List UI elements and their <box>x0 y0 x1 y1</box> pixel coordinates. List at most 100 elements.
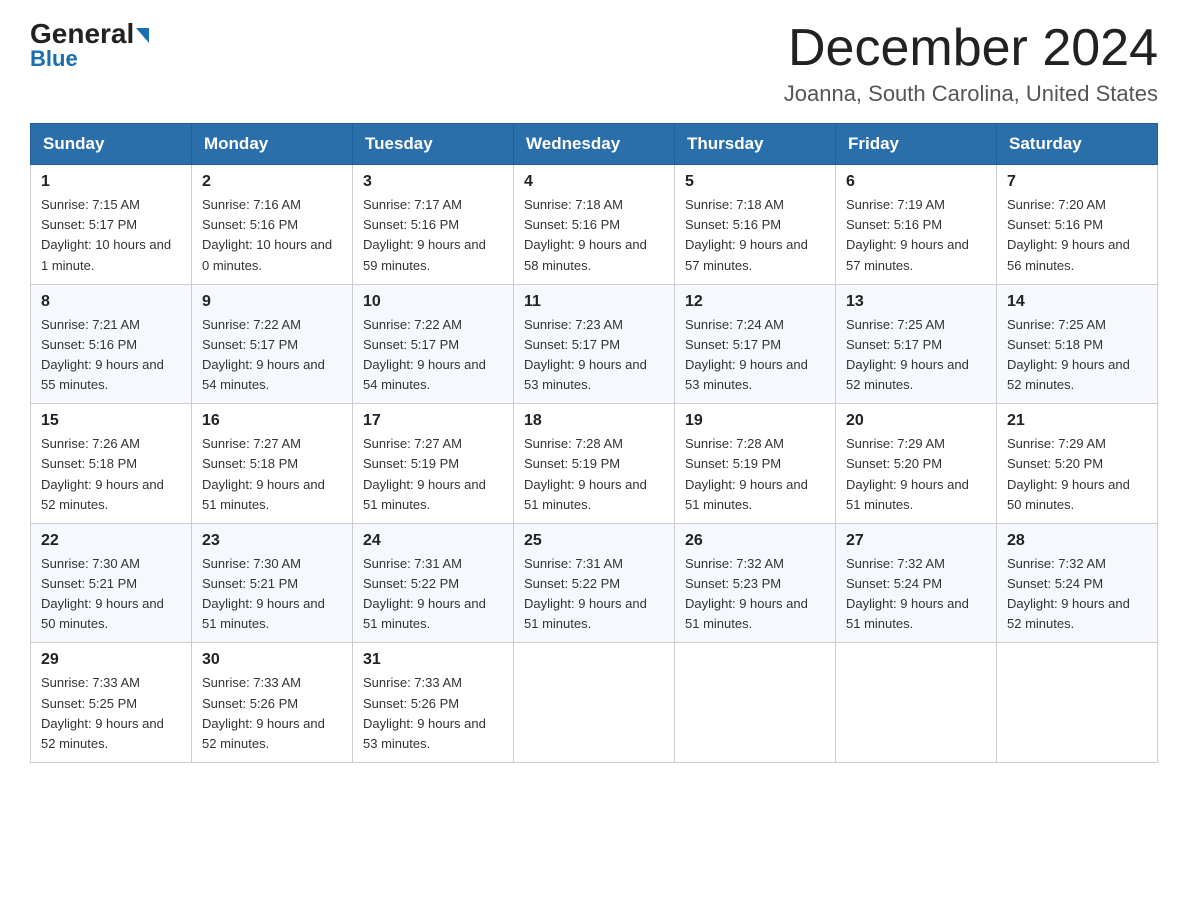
day-info: Sunrise: 7:32 AMSunset: 5:24 PMDaylight:… <box>846 554 986 635</box>
day-info: Sunrise: 7:15 AMSunset: 5:17 PMDaylight:… <box>41 195 181 276</box>
calendar-day-cell: 15 Sunrise: 7:26 AMSunset: 5:18 PMDayligh… <box>31 404 192 524</box>
calendar-empty-cell <box>836 643 997 763</box>
calendar-day-cell: 14 Sunrise: 7:25 AMSunset: 5:18 PMDayligh… <box>997 284 1158 404</box>
day-info: Sunrise: 7:20 AMSunset: 5:16 PMDaylight:… <box>1007 195 1147 276</box>
calendar-day-cell: 29 Sunrise: 7:33 AMSunset: 5:25 PMDayligh… <box>31 643 192 763</box>
day-info: Sunrise: 7:32 AMSunset: 5:23 PMDaylight:… <box>685 554 825 635</box>
calendar-day-cell: 7 Sunrise: 7:20 AMSunset: 5:16 PMDaylight… <box>997 165 1158 285</box>
day-number: 27 <box>846 532 986 550</box>
day-info: Sunrise: 7:29 AMSunset: 5:20 PMDaylight:… <box>846 434 986 515</box>
day-info: Sunrise: 7:31 AMSunset: 5:22 PMDaylight:… <box>363 554 503 635</box>
day-number: 20 <box>846 412 986 430</box>
logo-line2: Blue <box>30 46 78 72</box>
logo: General Blue <box>30 20 149 72</box>
calendar-day-cell: 17Sunrise: 7:27 AMSunset: 5:19 PMDayligh… <box>353 404 514 524</box>
day-info: Sunrise: 7:17 AMSunset: 5:16 PMDaylight:… <box>363 195 503 276</box>
calendar-week-row: 29 Sunrise: 7:33 AMSunset: 5:25 PMDayligh… <box>31 643 1158 763</box>
calendar-day-cell: 25Sunrise: 7:31 AMSunset: 5:22 PMDayligh… <box>514 523 675 643</box>
calendar-day-cell: 24Sunrise: 7:31 AMSunset: 5:22 PMDayligh… <box>353 523 514 643</box>
day-info: Sunrise: 7:25 AMSunset: 5:17 PMDaylight:… <box>846 315 986 396</box>
calendar-day-cell: 27 Sunrise: 7:32 AMSunset: 5:24 PMDayligh… <box>836 523 997 643</box>
day-info: Sunrise: 7:28 AMSunset: 5:19 PMDaylight:… <box>685 434 825 515</box>
calendar-day-cell: 11Sunrise: 7:23 AMSunset: 5:17 PMDayligh… <box>514 284 675 404</box>
day-number: 5 <box>685 173 825 191</box>
calendar-day-cell: 21 Sunrise: 7:29 AMSunset: 5:20 PMDayligh… <box>997 404 1158 524</box>
calendar-day-cell: 10 Sunrise: 7:22 AMSunset: 5:17 PMDayligh… <box>353 284 514 404</box>
day-info: Sunrise: 7:18 AMSunset: 5:16 PMDaylight:… <box>685 195 825 276</box>
calendar-title: December 2024 <box>784 20 1158 77</box>
day-info: Sunrise: 7:31 AMSunset: 5:22 PMDaylight:… <box>524 554 664 635</box>
calendar-day-cell: 5 Sunrise: 7:18 AMSunset: 5:16 PMDaylight… <box>675 165 836 285</box>
calendar-day-cell: 6Sunrise: 7:19 AMSunset: 5:16 PMDaylight… <box>836 165 997 285</box>
calendar-day-cell: 4 Sunrise: 7:18 AMSunset: 5:16 PMDaylight… <box>514 165 675 285</box>
calendar-day-cell: 20 Sunrise: 7:29 AMSunset: 5:20 PMDayligh… <box>836 404 997 524</box>
weekday-header-sunday: Sunday <box>31 124 192 165</box>
calendar-day-cell: 19 Sunrise: 7:28 AMSunset: 5:19 PMDayligh… <box>675 404 836 524</box>
day-info: Sunrise: 7:21 AMSunset: 5:16 PMDaylight:… <box>41 315 181 396</box>
day-info: Sunrise: 7:23 AMSunset: 5:17 PMDaylight:… <box>524 315 664 396</box>
day-number: 28 <box>1007 532 1147 550</box>
day-number: 26 <box>685 532 825 550</box>
day-number: 2 <box>202 173 342 191</box>
calendar-table: SundayMondayTuesdayWednesdayThursdayFrid… <box>30 123 1158 763</box>
calendar-day-cell: 13Sunrise: 7:25 AMSunset: 5:17 PMDayligh… <box>836 284 997 404</box>
day-info: Sunrise: 7:16 AMSunset: 5:16 PMDaylight:… <box>202 195 342 276</box>
day-number: 10 <box>363 293 503 311</box>
header: General Blue December 2024 Joanna, South… <box>30 20 1158 107</box>
calendar-day-cell: 18Sunrise: 7:28 AMSunset: 5:19 PMDayligh… <box>514 404 675 524</box>
day-info: Sunrise: 7:32 AMSunset: 5:24 PMDaylight:… <box>1007 554 1147 635</box>
day-number: 21 <box>1007 412 1147 430</box>
calendar-day-cell: 28 Sunrise: 7:32 AMSunset: 5:24 PMDayligh… <box>997 523 1158 643</box>
weekday-header-thursday: Thursday <box>675 124 836 165</box>
weekday-header-monday: Monday <box>192 124 353 165</box>
day-number: 8 <box>41 293 181 311</box>
calendar-day-cell: 1 Sunrise: 7:15 AMSunset: 5:17 PMDaylight… <box>31 165 192 285</box>
day-info: Sunrise: 7:24 AMSunset: 5:17 PMDaylight:… <box>685 315 825 396</box>
day-info: Sunrise: 7:33 AMSunset: 5:25 PMDaylight:… <box>41 673 181 754</box>
day-info: Sunrise: 7:18 AMSunset: 5:16 PMDaylight:… <box>524 195 664 276</box>
day-number: 7 <box>1007 173 1147 191</box>
weekday-header-row: SundayMondayTuesdayWednesdayThursdayFrid… <box>31 124 1158 165</box>
calendar-day-cell: 31 Sunrise: 7:33 AMSunset: 5:26 PMDayligh… <box>353 643 514 763</box>
day-number: 18 <box>524 412 664 430</box>
calendar-day-cell: 8 Sunrise: 7:21 AMSunset: 5:16 PMDaylight… <box>31 284 192 404</box>
day-number: 16 <box>202 412 342 430</box>
calendar-empty-cell <box>514 643 675 763</box>
weekday-header-friday: Friday <box>836 124 997 165</box>
day-info: Sunrise: 7:22 AMSunset: 5:17 PMDaylight:… <box>202 315 342 396</box>
day-info: Sunrise: 7:30 AMSunset: 5:21 PMDaylight:… <box>41 554 181 635</box>
day-number: 4 <box>524 173 664 191</box>
day-number: 31 <box>363 651 503 669</box>
day-info: Sunrise: 7:33 AMSunset: 5:26 PMDaylight:… <box>363 673 503 754</box>
day-info: Sunrise: 7:29 AMSunset: 5:20 PMDaylight:… <box>1007 434 1147 515</box>
calendar-day-cell: 2 Sunrise: 7:16 AMSunset: 5:16 PMDaylight… <box>192 165 353 285</box>
day-info: Sunrise: 7:30 AMSunset: 5:21 PMDaylight:… <box>202 554 342 635</box>
calendar-day-cell: 16Sunrise: 7:27 AMSunset: 5:18 PMDayligh… <box>192 404 353 524</box>
day-info: Sunrise: 7:26 AMSunset: 5:18 PMDaylight:… <box>41 434 181 515</box>
day-number: 19 <box>685 412 825 430</box>
calendar-week-row: 1 Sunrise: 7:15 AMSunset: 5:17 PMDaylight… <box>31 165 1158 285</box>
calendar-subtitle: Joanna, South Carolina, United States <box>784 81 1158 107</box>
calendar-week-row: 8 Sunrise: 7:21 AMSunset: 5:16 PMDaylight… <box>31 284 1158 404</box>
calendar-week-row: 22Sunrise: 7:30 AMSunset: 5:21 PMDayligh… <box>31 523 1158 643</box>
day-number: 15 <box>41 412 181 430</box>
day-info: Sunrise: 7:27 AMSunset: 5:19 PMDaylight:… <box>363 434 503 515</box>
calendar-day-cell: 3 Sunrise: 7:17 AMSunset: 5:16 PMDaylight… <box>353 165 514 285</box>
day-number: 12 <box>685 293 825 311</box>
day-info: Sunrise: 7:33 AMSunset: 5:26 PMDaylight:… <box>202 673 342 754</box>
day-number: 1 <box>41 173 181 191</box>
day-info: Sunrise: 7:22 AMSunset: 5:17 PMDaylight:… <box>363 315 503 396</box>
weekday-header-wednesday: Wednesday <box>514 124 675 165</box>
calendar-day-cell: 30Sunrise: 7:33 AMSunset: 5:26 PMDayligh… <box>192 643 353 763</box>
day-info: Sunrise: 7:19 AMSunset: 5:16 PMDaylight:… <box>846 195 986 276</box>
logo-line1: General <box>30 20 149 48</box>
day-info: Sunrise: 7:25 AMSunset: 5:18 PMDaylight:… <box>1007 315 1147 396</box>
calendar-day-cell: 9Sunrise: 7:22 AMSunset: 5:17 PMDaylight… <box>192 284 353 404</box>
weekday-header-tuesday: Tuesday <box>353 124 514 165</box>
calendar-empty-cell <box>997 643 1158 763</box>
day-number: 3 <box>363 173 503 191</box>
day-number: 23 <box>202 532 342 550</box>
day-number: 29 <box>41 651 181 669</box>
day-number: 14 <box>1007 293 1147 311</box>
weekday-header-saturday: Saturday <box>997 124 1158 165</box>
